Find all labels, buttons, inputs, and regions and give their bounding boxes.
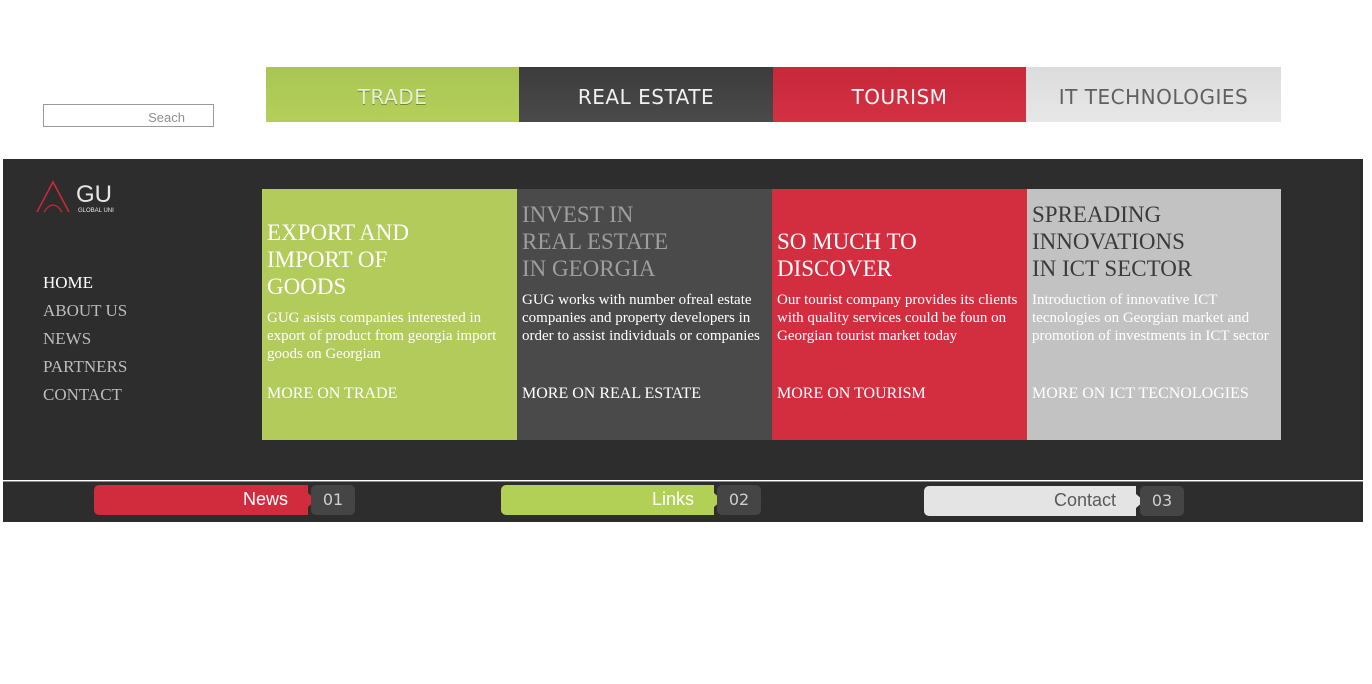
panel-title: SPREADING INNOVATIONS IN ICT SECTOR: [1032, 202, 1193, 281]
panel-trade: EXPORT AND IMPORT OF GOODS GUG asists co…: [262, 189, 517, 440]
more-on-real-estate-link[interactable]: MORE ON REAL ESTATE: [522, 385, 701, 403]
panel-title: EXPORT AND IMPORT OF GOODS: [267, 220, 409, 299]
more-on-tourism-link[interactable]: MORE ON TOURISM: [777, 385, 926, 403]
panel-tourism: SO MUCH TO DISCOVER Our tourist company …: [772, 189, 1027, 440]
panel-real-estate: INVEST IN REAL ESTATE IN GEORGIA GUG wor…: [517, 189, 772, 440]
main-nav: HOME ABOUT US NEWS PARTNERS CONTACT: [43, 272, 127, 412]
contact-button[interactable]: Contact: [924, 486, 1144, 516]
tab-real-estate[interactable]: REAL ESTATE: [519, 67, 773, 122]
news-button[interactable]: News: [94, 485, 316, 515]
nav-about-us[interactable]: ABOUT US: [43, 300, 127, 328]
panel-text: Introduction of innovative ICT tecnologi…: [1032, 292, 1269, 344]
links-button[interactable]: Links: [501, 485, 722, 515]
nav-news[interactable]: NEWS: [43, 328, 127, 356]
panel-text: GUG asists companies interested in expor…: [267, 310, 497, 362]
nav-contact[interactable]: CONTACT: [43, 384, 127, 412]
logo-mark-icon: GU GLOBAL UNI: [36, 180, 114, 214]
tab-trade[interactable]: TRADE: [266, 67, 519, 122]
panel-title: INVEST IN REAL ESTATE IN GEORGIA: [522, 202, 669, 281]
nav-home[interactable]: HOME: [43, 272, 127, 300]
nav-partners[interactable]: PARTNERS: [43, 356, 127, 384]
links-number-badge: 02: [717, 485, 761, 515]
panel-ict: SPREADING INNOVATIONS IN ICT SECTOR Intr…: [1027, 189, 1281, 440]
news-number-badge: 01: [311, 485, 355, 515]
contact-number-badge: 03: [1140, 486, 1184, 516]
search-input[interactable]: Seach: [43, 104, 214, 127]
logo-text: GU: [76, 181, 112, 208]
panel-text: GUG works with number ofreal estate comp…: [522, 292, 760, 344]
logo-subtitle: GLOBAL UNI: [78, 208, 114, 214]
global-uni-logo[interactable]: GU GLOBAL UNI: [36, 180, 126, 216]
tab-it-technologies[interactable]: IT TECHNOLOGIES: [1026, 67, 1281, 122]
more-on-trade-link[interactable]: MORE ON TRADE: [267, 385, 397, 403]
panel-title: SO MUCH TO DISCOVER: [777, 229, 917, 281]
tab-tourism[interactable]: TOURISM: [773, 67, 1026, 122]
more-on-ict-link[interactable]: MORE ON ICT TECNOLOGIES: [1032, 385, 1249, 403]
panel-text: Our tourist company provides its clients…: [777, 292, 1018, 344]
